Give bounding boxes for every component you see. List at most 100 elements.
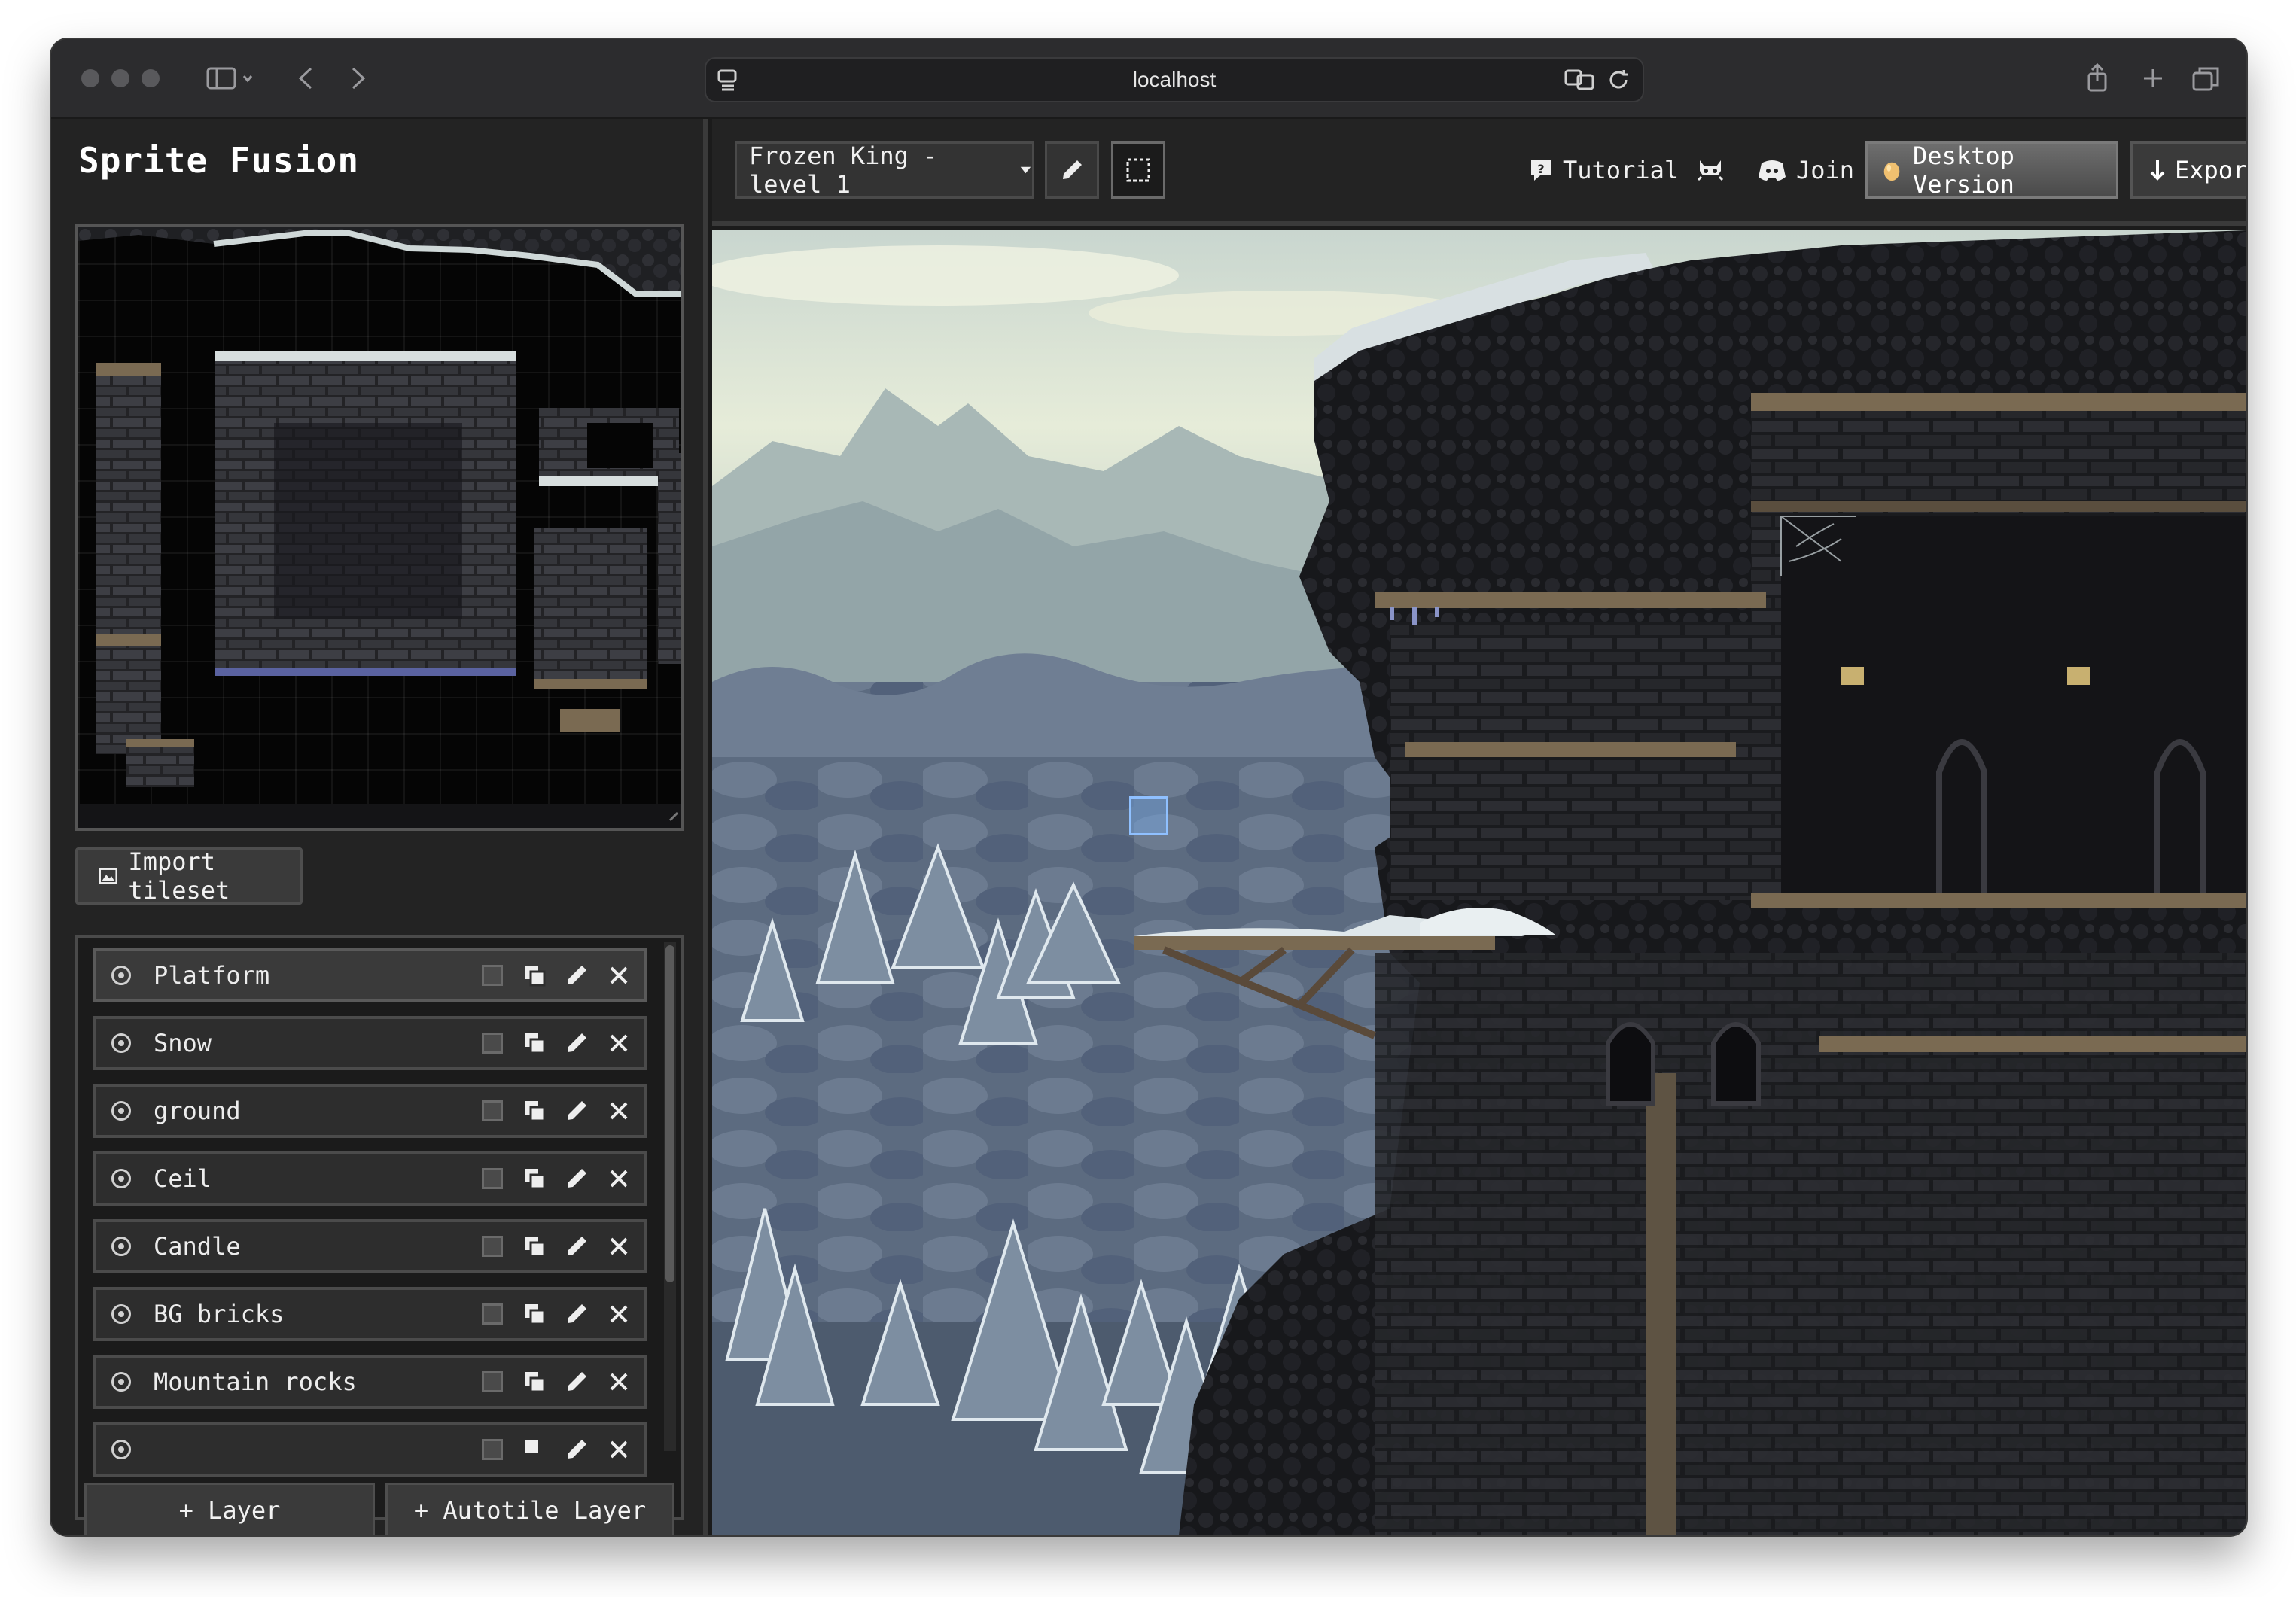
edit-pencil-icon[interactable] bbox=[565, 1234, 589, 1258]
discord-join-link[interactable]: Join bbox=[1757, 141, 1854, 199]
browser-toolbar: localhost bbox=[51, 39, 2246, 119]
visibility-icon[interactable] bbox=[111, 1372, 131, 1392]
url-text: localhost bbox=[1132, 68, 1217, 91]
lock-toggle[interactable] bbox=[480, 1167, 504, 1191]
add-autotile-layer-button[interactable]: + Autotile Layer bbox=[385, 1483, 674, 1535]
image-icon bbox=[99, 868, 117, 884]
tab-overview-icon[interactable] bbox=[2188, 60, 2224, 96]
duplicate-icon[interactable] bbox=[522, 1031, 547, 1055]
layer-name: BG bricks bbox=[154, 1300, 285, 1328]
add-layer-button[interactable]: + Layer bbox=[84, 1483, 375, 1535]
delete-x-icon[interactable] bbox=[607, 1167, 631, 1191]
layer-row-ground[interactable]: ground bbox=[93, 1084, 647, 1138]
tileset-image bbox=[78, 227, 681, 828]
layer-name: ground bbox=[154, 1097, 241, 1125]
duplicate-icon[interactable] bbox=[522, 1167, 547, 1191]
share-icon[interactable] bbox=[2081, 60, 2114, 96]
window-controls[interactable] bbox=[81, 69, 160, 87]
delete-x-icon[interactable] bbox=[607, 1234, 631, 1258]
lock-toggle[interactable] bbox=[480, 1099, 504, 1123]
delete-x-icon[interactable] bbox=[607, 1370, 631, 1394]
edit-pencil-icon[interactable] bbox=[565, 963, 589, 987]
layers-scrollbar-thumb[interactable] bbox=[665, 945, 674, 1282]
address-bar[interactable]: localhost bbox=[705, 57, 1644, 102]
layer-row-ceil[interactable]: Ceil bbox=[93, 1151, 647, 1206]
visibility-icon[interactable] bbox=[111, 1304, 131, 1324]
delete-x-icon[interactable] bbox=[607, 1031, 631, 1055]
desktop-version-button[interactable]: Desktop Version bbox=[1865, 141, 2118, 199]
level-scene bbox=[712, 230, 2246, 1535]
translate-icon[interactable] bbox=[1564, 68, 1594, 97]
select-tool-button[interactable] bbox=[1111, 141, 1165, 199]
delete-x-icon[interactable] bbox=[607, 1099, 631, 1123]
pencil-icon bbox=[1063, 160, 1082, 179]
edit-pencil-icon[interactable] bbox=[565, 1370, 589, 1394]
new-tab-icon[interactable] bbox=[2136, 60, 2170, 96]
tileset-preview[interactable] bbox=[75, 224, 684, 831]
layer-name: Ceil bbox=[154, 1164, 212, 1193]
edit-pencil-icon[interactable] bbox=[565, 1099, 589, 1123]
layer-row-snow[interactable]: Snow bbox=[93, 1016, 647, 1070]
egg-icon bbox=[1883, 162, 1900, 181]
sidebar-toggle-icon[interactable] bbox=[199, 60, 262, 96]
duplicate-icon[interactable] bbox=[522, 1302, 547, 1326]
duplicate-icon[interactable] bbox=[522, 1234, 547, 1258]
layer-row-partial[interactable] bbox=[93, 1422, 647, 1477]
sidebar: Sprite Fusion Import tileset Platform Sn… bbox=[51, 119, 708, 1535]
duplicate-icon[interactable] bbox=[522, 1370, 547, 1394]
join-label: Join bbox=[1796, 156, 1855, 184]
delete-x-icon[interactable] bbox=[607, 1437, 631, 1462]
visibility-icon[interactable] bbox=[111, 1237, 131, 1256]
minimize-window-button[interactable] bbox=[111, 69, 129, 87]
delete-x-icon[interactable] bbox=[607, 1302, 631, 1326]
add-autotile-label: + Autotile Layer bbox=[413, 1496, 647, 1525]
lock-toggle[interactable] bbox=[480, 1234, 504, 1258]
edit-pencil-icon[interactable] bbox=[565, 1302, 589, 1326]
pencil-tool-button[interactable] bbox=[1045, 141, 1099, 199]
close-window-button[interactable] bbox=[81, 69, 99, 87]
visibility-icon[interactable] bbox=[111, 1440, 131, 1459]
edit-pencil-icon[interactable] bbox=[565, 1437, 589, 1462]
visibility-icon[interactable] bbox=[111, 1169, 131, 1188]
level-select[interactable]: Frozen King - level 1 bbox=[735, 141, 1034, 199]
reload-icon[interactable] bbox=[1608, 68, 1631, 97]
lock-toggle[interactable] bbox=[480, 1437, 504, 1462]
back-arrow-icon[interactable] bbox=[291, 60, 321, 96]
layer-name: Snow bbox=[154, 1029, 212, 1057]
lock-toggle[interactable] bbox=[480, 1370, 504, 1394]
visibility-icon[interactable] bbox=[111, 966, 131, 985]
import-tileset-label: Import tileset bbox=[128, 847, 230, 905]
edit-pencil-icon[interactable] bbox=[565, 1167, 589, 1191]
delete-x-icon[interactable] bbox=[607, 963, 631, 987]
forward-arrow-icon[interactable] bbox=[343, 60, 373, 96]
layer-row-candle[interactable]: Candle bbox=[93, 1219, 647, 1273]
layer-name: Mountain rocks bbox=[154, 1367, 357, 1396]
browser-window: localhost Sprite Fusion Import tileset P… bbox=[51, 39, 2246, 1535]
visibility-icon[interactable] bbox=[111, 1033, 131, 1053]
chevron-down-icon bbox=[1020, 166, 1031, 174]
github-cat-icon bbox=[1697, 160, 1724, 181]
lock-toggle[interactable] bbox=[480, 1031, 504, 1055]
lock-toggle[interactable] bbox=[480, 963, 504, 987]
tutorial-link[interactable]: ? Tutorial bbox=[1528, 141, 1679, 199]
export-button[interactable]: Export bbox=[2130, 141, 2246, 199]
layer-row-bg-bricks[interactable]: BG bricks bbox=[93, 1287, 647, 1341]
zoom-window-button[interactable] bbox=[142, 69, 160, 87]
duplicate-icon[interactable] bbox=[522, 963, 547, 987]
edit-pencil-icon[interactable] bbox=[565, 1031, 589, 1055]
app-title: Sprite Fusion bbox=[78, 140, 360, 181]
layer-row-mountain-rocks[interactable]: Mountain rocks bbox=[93, 1355, 647, 1409]
duplicate-icon[interactable] bbox=[522, 1437, 547, 1462]
github-link[interactable] bbox=[1695, 141, 1725, 199]
level-name: Frozen King - level 1 bbox=[749, 141, 938, 199]
map-canvas[interactable] bbox=[712, 230, 2246, 1535]
page-menu-icon[interactable] bbox=[717, 68, 739, 97]
layers-list[interactable]: Platform Snow ground Ceil Candle BG bric… bbox=[75, 935, 684, 1520]
visibility-icon[interactable] bbox=[111, 1101, 131, 1121]
export-label: Export bbox=[2175, 156, 2246, 184]
import-tileset-button[interactable]: Import tileset bbox=[75, 847, 303, 905]
selection-icon bbox=[1126, 158, 1150, 182]
lock-toggle[interactable] bbox=[480, 1302, 504, 1326]
layer-row-platform[interactable]: Platform bbox=[93, 948, 647, 1002]
duplicate-icon[interactable] bbox=[522, 1099, 547, 1123]
